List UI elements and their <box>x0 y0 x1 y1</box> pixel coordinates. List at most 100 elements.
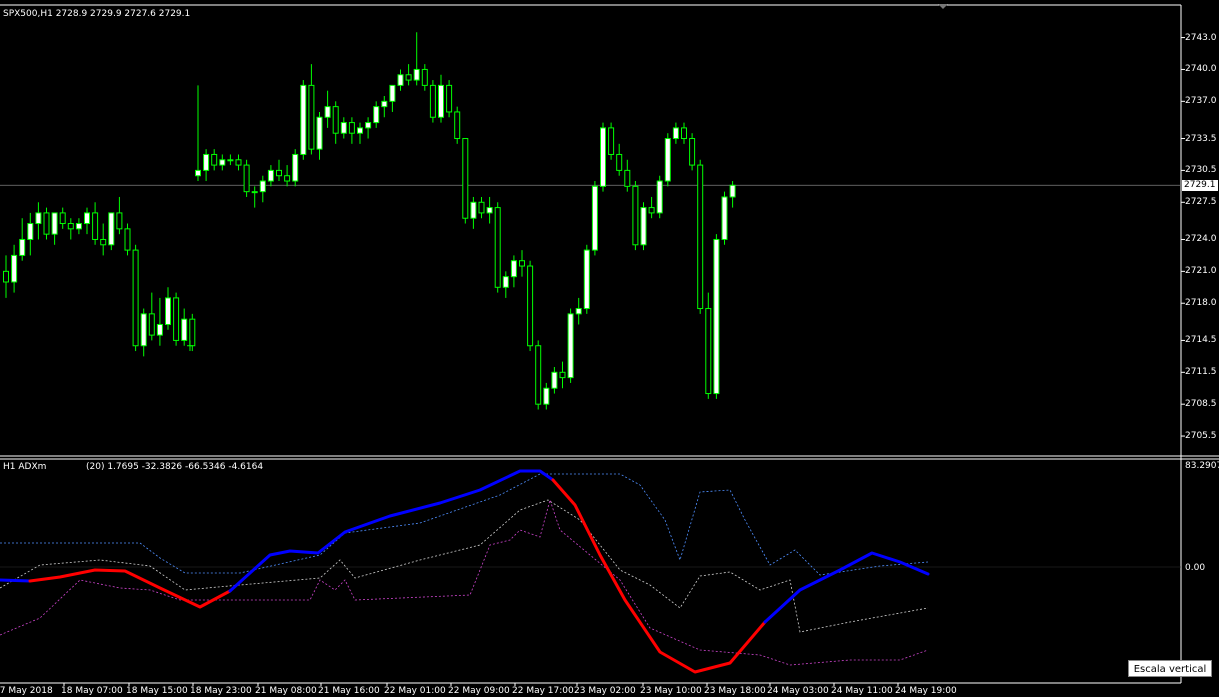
candle-body <box>292 153 299 182</box>
candle-body <box>75 223 82 230</box>
candle-body <box>429 84 436 118</box>
time-tick-label: 22 May 17:00 <box>512 686 574 696</box>
price-tick-label: 2740.0 <box>1185 64 1217 75</box>
candle-body <box>705 308 712 395</box>
candle-body <box>519 260 525 267</box>
candle-body <box>389 84 396 102</box>
candle-body <box>559 371 566 379</box>
adx-rising-segment <box>763 551 930 624</box>
candle-body <box>35 212 42 225</box>
candle-body <box>421 68 428 86</box>
candle-body <box>267 169 274 182</box>
candle-body <box>535 345 542 405</box>
candle-body <box>494 207 501 288</box>
indicator-top-tick: 83.2907 <box>1185 461 1219 471</box>
candle-body <box>243 164 250 193</box>
candle-body <box>348 122 355 134</box>
candle-body <box>689 138 696 166</box>
time-tick-label: 23 May 18:00 <box>704 686 766 696</box>
candle-body <box>259 180 266 193</box>
minus-di-line <box>0 498 929 666</box>
candle-body <box>632 185 639 246</box>
candle-body <box>3 270 9 283</box>
candle-body <box>227 159 234 162</box>
price-tick-label: 2708.5 <box>1185 399 1217 410</box>
candle-body <box>140 313 147 347</box>
adx-rising-segment <box>0 578 32 583</box>
price-tick-label: 2721.0 <box>1185 266 1217 277</box>
candle-body <box>365 122 372 129</box>
time-tick-label: 22 May 09:00 <box>448 686 510 696</box>
current-price-label: 2729.1 <box>1182 180 1218 192</box>
price-tick-label: 2711.5 <box>1185 367 1217 378</box>
candle-body <box>11 254 18 283</box>
candle-body <box>616 153 623 171</box>
price-tick-label: 2730.5 <box>1185 165 1217 176</box>
candle-body <box>324 106 331 118</box>
chart-shift-marker-icon[interactable] <box>938 4 948 9</box>
candle-body <box>446 84 453 113</box>
candle-body <box>405 74 412 81</box>
adx-mid-line <box>0 499 929 633</box>
candle-body <box>59 212 66 225</box>
time-tick-label: 17 May 2018 <box>0 686 53 696</box>
candle-body <box>591 185 598 251</box>
candle-body <box>357 127 363 134</box>
price-tick-label: 2743.0 <box>1185 32 1217 43</box>
candle-body <box>502 276 509 288</box>
chart-window[interactable]: SPX500,H1 2728.9 2729.9 2727.6 2729.1 H1… <box>0 0 1219 697</box>
main-chart-title: SPX500,H1 2728.9 2729.9 2727.6 2729.1 <box>3 9 191 19</box>
candle-body <box>189 318 196 347</box>
candle-body <box>116 212 123 230</box>
price-tick-label: 2718.0 <box>1185 298 1217 309</box>
candle-body <box>729 184 736 198</box>
candle-body <box>543 387 550 405</box>
time-tick-label: 24 May 03:00 <box>767 686 829 696</box>
candle-body <box>575 308 582 315</box>
candle-body <box>640 207 647 246</box>
time-tick-label: 21 May 08:00 <box>255 686 317 696</box>
candle-body <box>19 238 26 256</box>
time-tick-label: 18 May 07:00 <box>61 686 123 696</box>
candle-body <box>156 323 163 336</box>
adxm-indicator <box>0 469 1181 674</box>
candle-body <box>624 169 631 187</box>
candle-body <box>470 201 477 219</box>
candle-body <box>656 180 663 214</box>
adx-falling-segment <box>551 478 767 674</box>
adx-rising-segment <box>228 469 555 593</box>
candle-body <box>672 127 679 140</box>
candle-body <box>397 74 404 86</box>
time-tick-label: 18 May 15:00 <box>126 686 188 696</box>
price-tick-label: 2705.5 <box>1185 431 1217 442</box>
candle-body <box>132 249 139 347</box>
plus-di-line <box>0 473 929 576</box>
candle-body <box>462 138 469 219</box>
indicator-values: (20) 1.7695 -32.3826 -66.5346 -4.6164 <box>86 462 264 472</box>
candle-body <box>527 265 534 347</box>
candle-body <box>67 223 74 230</box>
time-tick-label: 22 May 01:00 <box>384 686 446 696</box>
candle-body <box>251 191 258 194</box>
indicator-title: H1 ADXm <box>3 462 47 472</box>
candle-body <box>173 297 180 341</box>
chart-canvas[interactable] <box>0 0 1219 697</box>
candle-body <box>108 212 115 246</box>
time-tick-label: 24 May 11:00 <box>831 686 893 696</box>
candle-body <box>51 212 58 235</box>
candle-body <box>203 153 210 171</box>
candle-body <box>124 228 131 251</box>
price-tick-label: 2737.0 <box>1185 96 1217 107</box>
candle-body <box>551 371 558 389</box>
candle-body <box>235 159 242 166</box>
indicator-zero-tick: 0.00 <box>1185 563 1206 573</box>
candle-body <box>211 153 218 166</box>
candle-body <box>510 260 517 278</box>
vertical-scale-tooltip: Escala vertical <box>1128 660 1212 677</box>
candle-body <box>567 313 574 379</box>
candle-body <box>486 207 493 214</box>
candle-body <box>648 207 655 214</box>
candle-body <box>308 84 315 150</box>
price-tick-label: 2727.5 <box>1185 197 1217 208</box>
candle-body <box>300 84 307 155</box>
